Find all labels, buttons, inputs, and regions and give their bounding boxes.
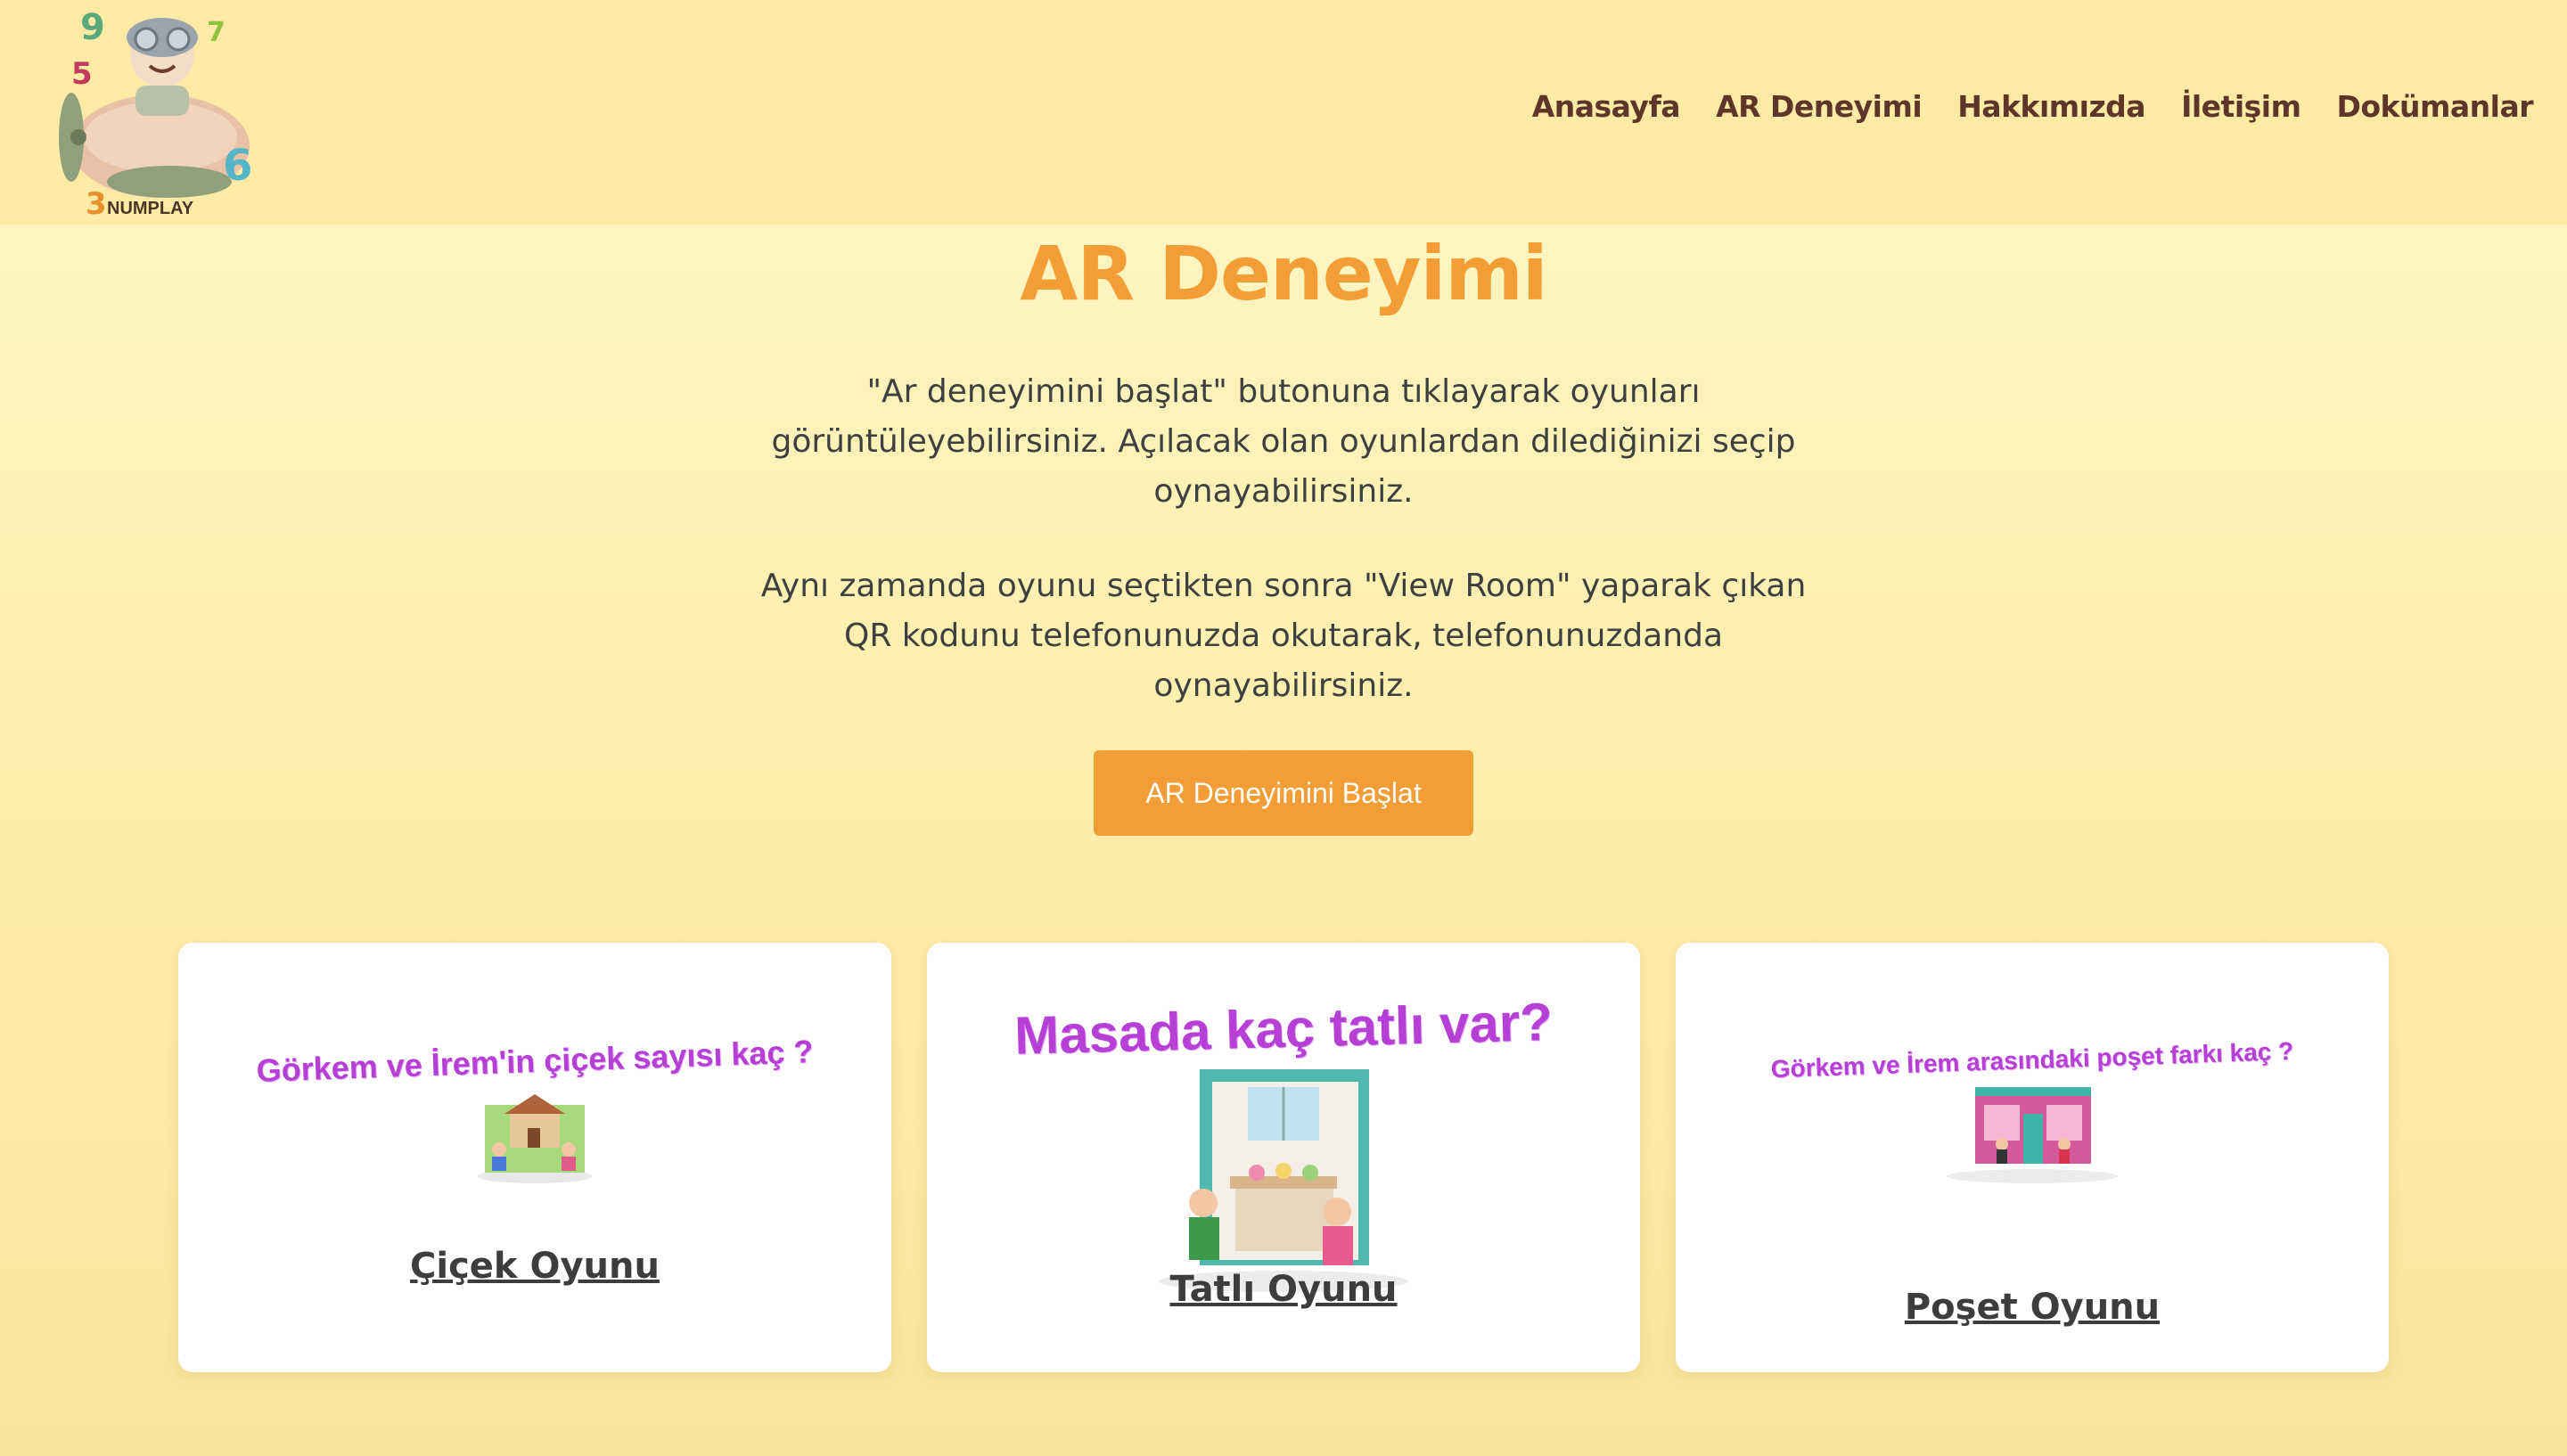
svg-text:5: 5 <box>71 56 93 92</box>
game-card-bag[interactable]: Görkem ve İrem arasındaki poşet farkı ka… <box>1676 943 2389 1372</box>
numplay-logo[interactable]: 9 5 7 6 3 NUMPLAY <box>53 4 267 221</box>
game-card-flower[interactable]: Görkem ve İrem'in çiçek sayısı kaç ? Çiç… <box>178 943 891 1372</box>
main-nav: Anasayfa AR Deneyimi Hakkımızda İletişim… <box>1532 89 2534 124</box>
bag-game-preview-image <box>1947 1087 2118 1183</box>
game-card-question: Görkem ve İrem'in çiçek sayısı kaç ? <box>255 1033 814 1089</box>
nav-link-about[interactable]: Hakkımızda <box>1957 89 2145 124</box>
site-header: 9 5 7 6 3 NUMPLAY Anasayfa AR Deneyimi H… <box>0 0 2567 225</box>
qr-instructions-paragraph: Aynı zamanda oyunu seçtikten sonra "View… <box>760 568 1807 704</box>
dessert-game-link[interactable]: Tatlı Oyunu <box>927 1269 1640 1310</box>
game-card-dessert[interactable]: Masada kaç tatlı var? Tatlı Oyunu <box>927 943 1640 1372</box>
svg-text:3: 3 <box>86 186 107 221</box>
svg-text:NUMPLAY: NUMPLAY <box>107 199 194 218</box>
nav-link-ar-experience[interactable]: AR Deneyimi <box>1716 89 1923 124</box>
page-title: AR Deneyimi <box>1020 230 1547 317</box>
svg-text:9: 9 <box>80 7 105 48</box>
nav-link-contact[interactable]: İletişim <box>2181 89 2301 124</box>
nav-link-home[interactable]: Anasayfa <box>1532 89 1681 124</box>
bag-game-link[interactable]: Poşet Oyunu <box>1676 1287 2389 1328</box>
svg-text:6: 6 <box>223 141 252 191</box>
flower-game-link[interactable]: Çiçek Oyunu <box>178 1246 891 1287</box>
svg-text:7: 7 <box>207 17 226 48</box>
game-card-question: Masada kaç tatlı var? <box>1013 992 1554 1066</box>
flower-game-preview-image <box>478 1094 592 1183</box>
start-ar-experience-button[interactable]: AR Deneyimini Başlat <box>1094 750 1473 836</box>
dessert-game-preview-image <box>1159 1069 1408 1292</box>
nav-link-documents[interactable]: Dokümanlar <box>2336 89 2533 124</box>
intro-paragraph: "Ar deneyimini başlat" butonuna tıklayar… <box>771 373 1796 510</box>
